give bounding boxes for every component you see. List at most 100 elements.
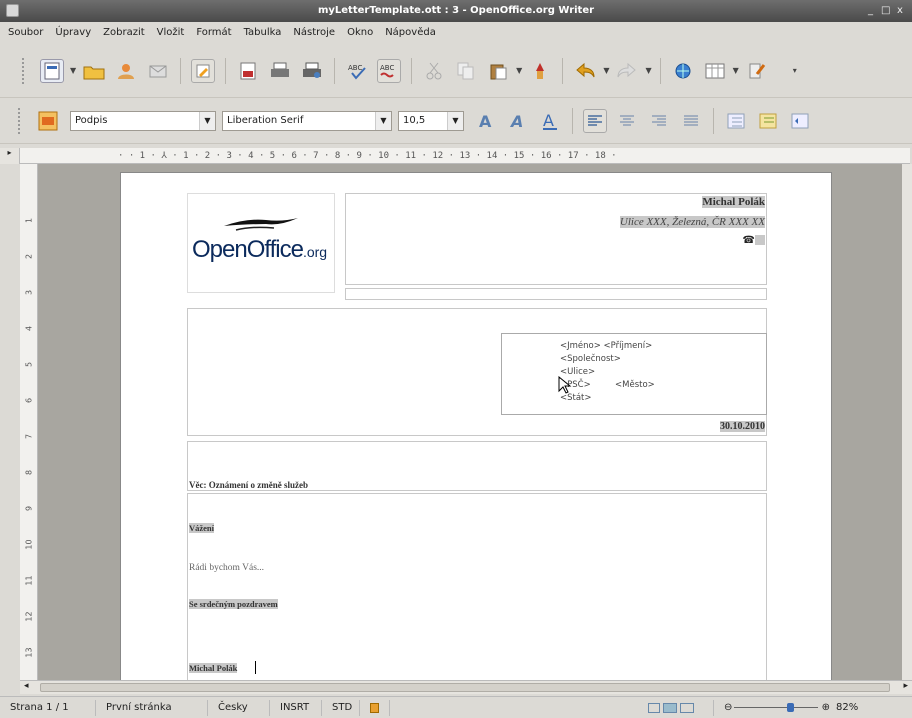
sender-name[interactable]: Michal Polák [702, 196, 765, 208]
address-line[interactable]: <Ulice> [560, 366, 655, 379]
logo-frame[interactable]: OpenOffice.org [187, 193, 335, 293]
menu-zobrazit[interactable]: Zobrazit [97, 27, 151, 38]
body-text[interactable]: Rádi bychom Vás... [189, 563, 264, 573]
phone-field[interactable]: ☎ [743, 235, 765, 246]
email-document-icon[interactable] [146, 59, 170, 83]
close-button[interactable]: x [897, 5, 903, 16]
scrollbar-thumb[interactable] [40, 683, 890, 692]
chevron-down-icon[interactable]: ▼ [603, 66, 609, 75]
font-size-value: 10,5 [403, 115, 426, 126]
sender-address[interactable]: Ulice XXX, Železná, ČR XXX XX [619, 216, 765, 228]
signature-field[interactable]: Michal Polák [189, 663, 238, 673]
document-area[interactable]: OpenOffice.org Michal Polák Ulice XXX, Ž… [38, 164, 902, 680]
cut-icon[interactable] [422, 59, 446, 83]
italic-icon[interactable]: A [506, 109, 530, 133]
document-page[interactable]: OpenOffice.org Michal Polák Ulice XXX, Ž… [120, 172, 832, 680]
menu-okno[interactable]: Okno [341, 27, 379, 38]
greeting-field[interactable]: Vážení [189, 523, 215, 533]
menu-vlozit[interactable]: Vložit [151, 27, 191, 38]
zoom-thumb[interactable] [786, 702, 794, 712]
zoom-out-icon[interactable]: ⊖ [724, 702, 732, 713]
underline-icon[interactable]: A [538, 109, 562, 133]
font-size-select[interactable]: 10,5 ▼ [398, 110, 464, 131]
document-modified-icon[interactable] [360, 699, 390, 716]
address-line[interactable]: <Jméno> <Příjmení> [560, 340, 655, 353]
page-style-indicator[interactable]: První stránka [96, 699, 208, 716]
toolbar-grip[interactable] [18, 107, 24, 134]
font-name-select[interactable]: Liberation Serif ▼ [222, 110, 392, 131]
menu-nastroje[interactable]: Nástroje [287, 27, 341, 38]
chevron-down-icon[interactable]: ▼ [447, 111, 463, 130]
chevron-down-icon[interactable]: ▼ [645, 66, 651, 75]
multi-page-view-icon[interactable] [663, 702, 677, 713]
chevron-down-icon[interactable]: ▼ [516, 66, 522, 75]
clone-formatting-icon[interactable] [528, 59, 552, 83]
edit-mode-icon[interactable] [191, 58, 216, 83]
single-page-view-icon[interactable] [648, 702, 660, 713]
maximize-button[interactable]: □ [881, 5, 890, 16]
chevron-down-icon[interactable]: ▼ [70, 66, 76, 75]
menu-napoveda[interactable]: Nápověda [379, 27, 442, 38]
scroll-left-icon[interactable]: ◂ [24, 681, 29, 691]
selection-mode-indicator[interactable]: STD [322, 699, 360, 716]
align-right-icon[interactable] [647, 109, 671, 133]
zoom-slider[interactable]: ⊖ ⊕ [714, 700, 834, 716]
vertical-ruler[interactable]: 1 2 3 4 5 6 7 8 9 10 11 12 13 [20, 164, 38, 680]
bullets-icon[interactable] [756, 109, 780, 133]
page-indicator[interactable]: Strana 1 / 1 [0, 699, 96, 716]
address-line[interactable]: <Společnost> [560, 353, 655, 366]
letter-date[interactable]: 30.10.2010 [720, 421, 765, 432]
chevron-down-icon[interactable]: ▼ [375, 111, 391, 130]
spellcheck-icon[interactable]: ABC [345, 59, 369, 83]
hyperlink-icon[interactable] [671, 59, 695, 83]
paragraph-style-select[interactable]: Podpis ▼ [70, 110, 216, 131]
scroll-right-icon[interactable]: ▸ [903, 681, 908, 691]
menu-soubor[interactable]: Soubor [2, 27, 49, 38]
subject-line[interactable]: Věc: Oznámení o změně služeb [189, 480, 308, 490]
address-frame[interactable]: <Jméno> <Příjmení> <Společnost> <Ulice> … [501, 333, 767, 415]
insert-mode-indicator[interactable]: INSRT [270, 699, 322, 716]
indent-icon[interactable] [788, 109, 812, 133]
menu-upravy[interactable]: Úpravy [49, 27, 97, 38]
chevron-down-icon[interactable]: ▼ [733, 66, 739, 75]
export-pdf-icon[interactable] [236, 59, 260, 83]
address-block[interactable]: <Jméno> <Příjmení> <Společnost> <Ulice> … [560, 340, 655, 405]
zoom-in-icon[interactable]: ⊕ [822, 702, 830, 713]
address-line[interactable]: <PSČ> <Město> [560, 379, 655, 392]
zoom-level[interactable]: 82% [834, 700, 860, 716]
styles-formatting-icon[interactable] [36, 109, 60, 133]
copy-icon[interactable] [454, 59, 478, 83]
open-folder-icon[interactable] [82, 59, 106, 83]
menu-format[interactable]: Formát [190, 27, 237, 38]
draw-functions-icon[interactable] [745, 59, 769, 83]
redo-icon[interactable] [615, 59, 639, 83]
language-indicator[interactable]: Česky [208, 699, 270, 716]
chevron-down-icon[interactable]: ▾ [793, 66, 797, 75]
closing-field[interactable]: Se srdečným pozdravem [189, 599, 278, 609]
align-center-icon[interactable] [615, 109, 639, 133]
book-view-icon[interactable] [680, 702, 694, 713]
body-frame[interactable] [187, 493, 767, 680]
ruler-number: 10 [24, 539, 34, 550]
save-icon[interactable] [114, 59, 138, 83]
bold-icon[interactable]: A [474, 109, 498, 133]
new-document-icon[interactable] [40, 58, 64, 83]
horizontal-scrollbar[interactable]: ◂ ▸ [20, 680, 912, 694]
print-icon[interactable] [268, 59, 292, 83]
toolbar-grip[interactable] [22, 57, 28, 84]
address-line[interactable]: <Stát> [560, 392, 655, 405]
align-left-icon[interactable] [583, 108, 607, 133]
print-preview-icon[interactable] [300, 59, 324, 83]
horizontal-ruler[interactable]: · · 1 · ⅄ · 1 · 2 · 3 · 4 · 5 · 6 · 7 · … [20, 148, 910, 164]
undo-icon[interactable] [573, 59, 597, 83]
justify-icon[interactable] [679, 109, 703, 133]
paste-icon[interactable] [486, 59, 510, 83]
menu-tabulka[interactable]: Tabulka [238, 27, 288, 38]
vertical-scrollbar[interactable] [902, 164, 912, 680]
numbering-icon[interactable] [724, 109, 748, 133]
chevron-down-icon[interactable]: ▼ [199, 111, 215, 130]
table-icon[interactable] [703, 59, 727, 83]
minimize-button[interactable]: _ [868, 5, 873, 16]
autospellcheck-icon[interactable]: ABC [377, 58, 402, 83]
ruler-corner-tab-selector[interactable]: ▸ [0, 148, 20, 164]
